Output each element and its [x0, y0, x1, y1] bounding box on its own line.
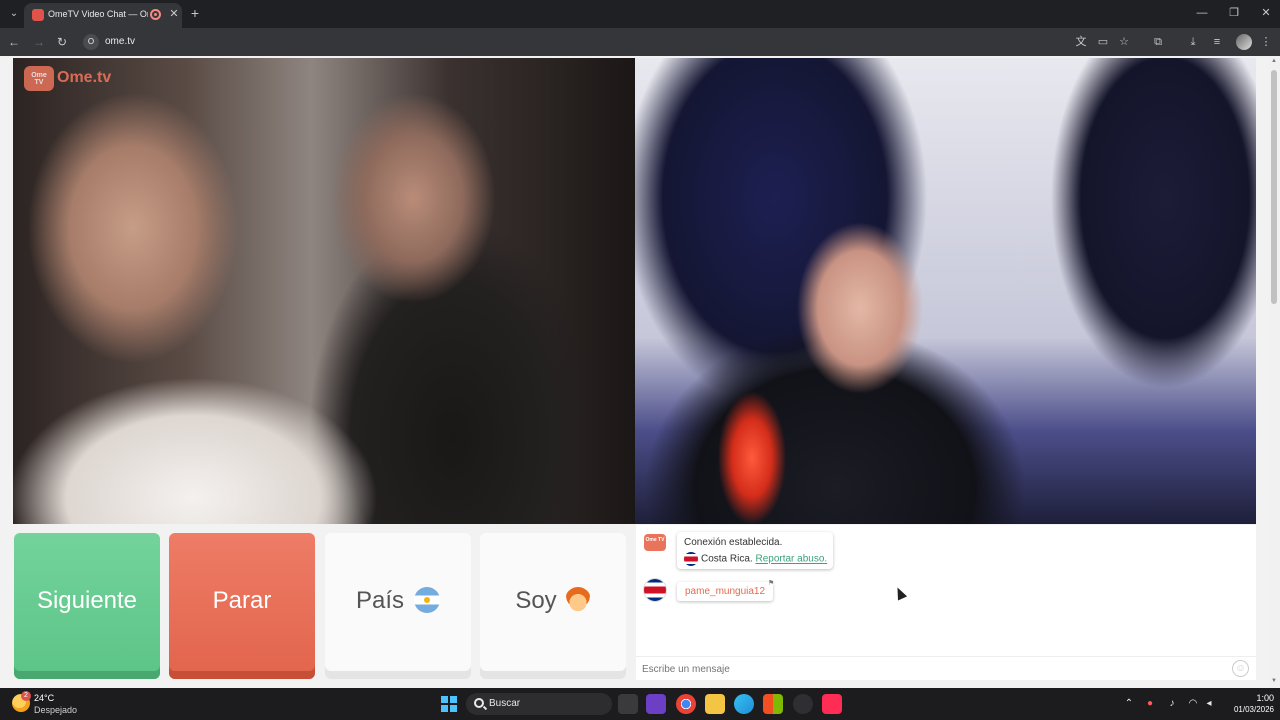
profile-icon[interactable]	[1236, 34, 1252, 50]
browser-tab[interactable]: OmeTV Video Chat — Omegle ✕	[24, 3, 182, 28]
scroll-thumb[interactable]	[1271, 70, 1277, 304]
message-input-bar: ☺	[636, 656, 1256, 680]
clock-time[interactable]: 1:00	[1226, 693, 1274, 703]
partner-video	[13, 58, 635, 524]
logo-text: Ome.tv	[57, 69, 112, 86]
microphone-icon[interactable]: ♪	[1165, 697, 1179, 711]
close-icon[interactable]: ✕	[167, 7, 181, 21]
extensions-icon[interactable]: ⧉	[1150, 34, 1166, 50]
task-view-icon[interactable]	[618, 694, 638, 714]
edge-icon[interactable]	[734, 694, 754, 714]
translate-icon[interactable]: 文	[1073, 34, 1089, 50]
search-icon	[474, 698, 484, 708]
tab-title: OmeTV Video Chat — Omegle	[48, 9, 148, 19]
flag-report-icon[interactable]: ⚑	[768, 579, 774, 587]
menu-icon[interactable]: ⋮	[1258, 34, 1274, 50]
star-icon[interactable]: ☆	[1116, 34, 1132, 50]
system-message: Conexión establecida. Costa Rica. Report…	[677, 532, 833, 569]
plus-icon[interactable]: +	[188, 6, 202, 20]
report-abuse-link[interactable]: Reportar abuso.	[755, 554, 827, 565]
clock-date[interactable]: 01/03/2026	[1216, 705, 1274, 714]
gender-button-label: Soy	[515, 587, 557, 614]
boy-icon	[564, 586, 591, 613]
partner-country-line: Costa Rica. Reportar abuso.	[684, 552, 827, 566]
ometv-logo-icon: Ome TV	[24, 66, 54, 91]
stop-button[interactable]: Parar	[169, 533, 315, 679]
weather-temperature[interactable]: 24°C	[34, 693, 54, 703]
cast-icon[interactable]: ▭	[1095, 34, 1111, 50]
message-input[interactable]	[642, 661, 1222, 677]
ometv-chat-logo-icon: Ome TV	[644, 534, 666, 551]
reading-list-icon[interactable]: ≡	[1209, 34, 1225, 50]
discord-icon[interactable]	[646, 694, 666, 714]
gender-button[interactable]: Soy	[480, 533, 626, 679]
tab-list-icon[interactable]: ⌄	[6, 6, 22, 22]
weather-description[interactable]: Despejado	[34, 705, 77, 715]
windows-start-icon[interactable]	[441, 696, 457, 712]
scroll-down-icon[interactable]: ▼	[1270, 678, 1278, 686]
forward-icon[interactable]: →	[31, 34, 47, 50]
store-icon[interactable]	[763, 694, 783, 714]
file-explorer-icon[interactable]	[705, 694, 725, 714]
tray-overflow-icon[interactable]: ⌃	[1122, 697, 1136, 711]
next-button-label: Siguiente	[36, 587, 138, 614]
weather-badge: 2	[21, 691, 31, 701]
self-video	[635, 58, 1256, 524]
page-scrollbar[interactable]: ▲ ▼	[1268, 56, 1280, 688]
taskbar-search[interactable]: Buscar	[466, 693, 612, 715]
chrome-icon[interactable]	[676, 694, 696, 714]
costa-rica-flag-icon	[684, 552, 698, 566]
reload-icon[interactable]: ↻	[54, 34, 70, 50]
scroll-up-icon[interactable]: ▲	[1270, 58, 1278, 66]
url-text[interactable]: ome.tv	[105, 36, 135, 47]
minimize-icon[interactable]: —	[1192, 5, 1212, 21]
partner-username[interactable]: pame_munguia12	[677, 582, 774, 601]
recording-icon	[150, 9, 161, 20]
address-bar[interactable]: O ome.tv	[80, 32, 1142, 53]
country-button[interactable]: País	[325, 533, 471, 679]
stop-button-label: Parar	[212, 587, 272, 614]
country-button-label: País	[355, 587, 405, 614]
search-placeholder: Buscar	[489, 698, 521, 709]
tab-strip: ⌄ OmeTV Video Chat — Omegle ✕ + — ❐ ✕	[0, 0, 1280, 28]
restore-icon[interactable]: ❐	[1224, 5, 1244, 21]
windows-taskbar: 2 24°C Despejado Buscar ⌃ ● ♪ ◠ ◂ 1:00 0…	[0, 688, 1280, 720]
argentina-flag-icon	[414, 586, 441, 613]
tray-app-icon[interactable]: ●	[1143, 697, 1157, 711]
connection-message: Conexión establecida.	[684, 537, 783, 548]
window-close-icon[interactable]: ✕	[1256, 5, 1276, 21]
next-button[interactable]: Siguiente	[14, 533, 160, 679]
obs-icon[interactable]	[793, 694, 813, 714]
chat-panel: Ome TV Conexión establecida. Costa Rica.…	[636, 525, 1256, 680]
site-info-icon[interactable]: O	[83, 34, 99, 50]
mouse-cursor	[892, 585, 908, 601]
volume-icon[interactable]: ◂	[1202, 697, 1216, 711]
back-icon[interactable]: ←	[6, 34, 22, 50]
wifi-icon[interactable]: ◠	[1186, 697, 1200, 711]
user-flag-icon	[644, 579, 666, 601]
ometv-favicon-icon	[32, 9, 44, 21]
emoji-icon[interactable]: ☺	[1232, 660, 1249, 677]
tiktok-icon[interactable]	[822, 694, 842, 714]
download-icon[interactable]: ⤓	[1185, 34, 1201, 50]
browser-toolbar: ← → ↻ O ome.tv 文 ▭ ☆ ⧉ ⤓ ≡ ⋮	[0, 28, 1280, 56]
partner-country: Costa Rica.	[701, 553, 753, 565]
